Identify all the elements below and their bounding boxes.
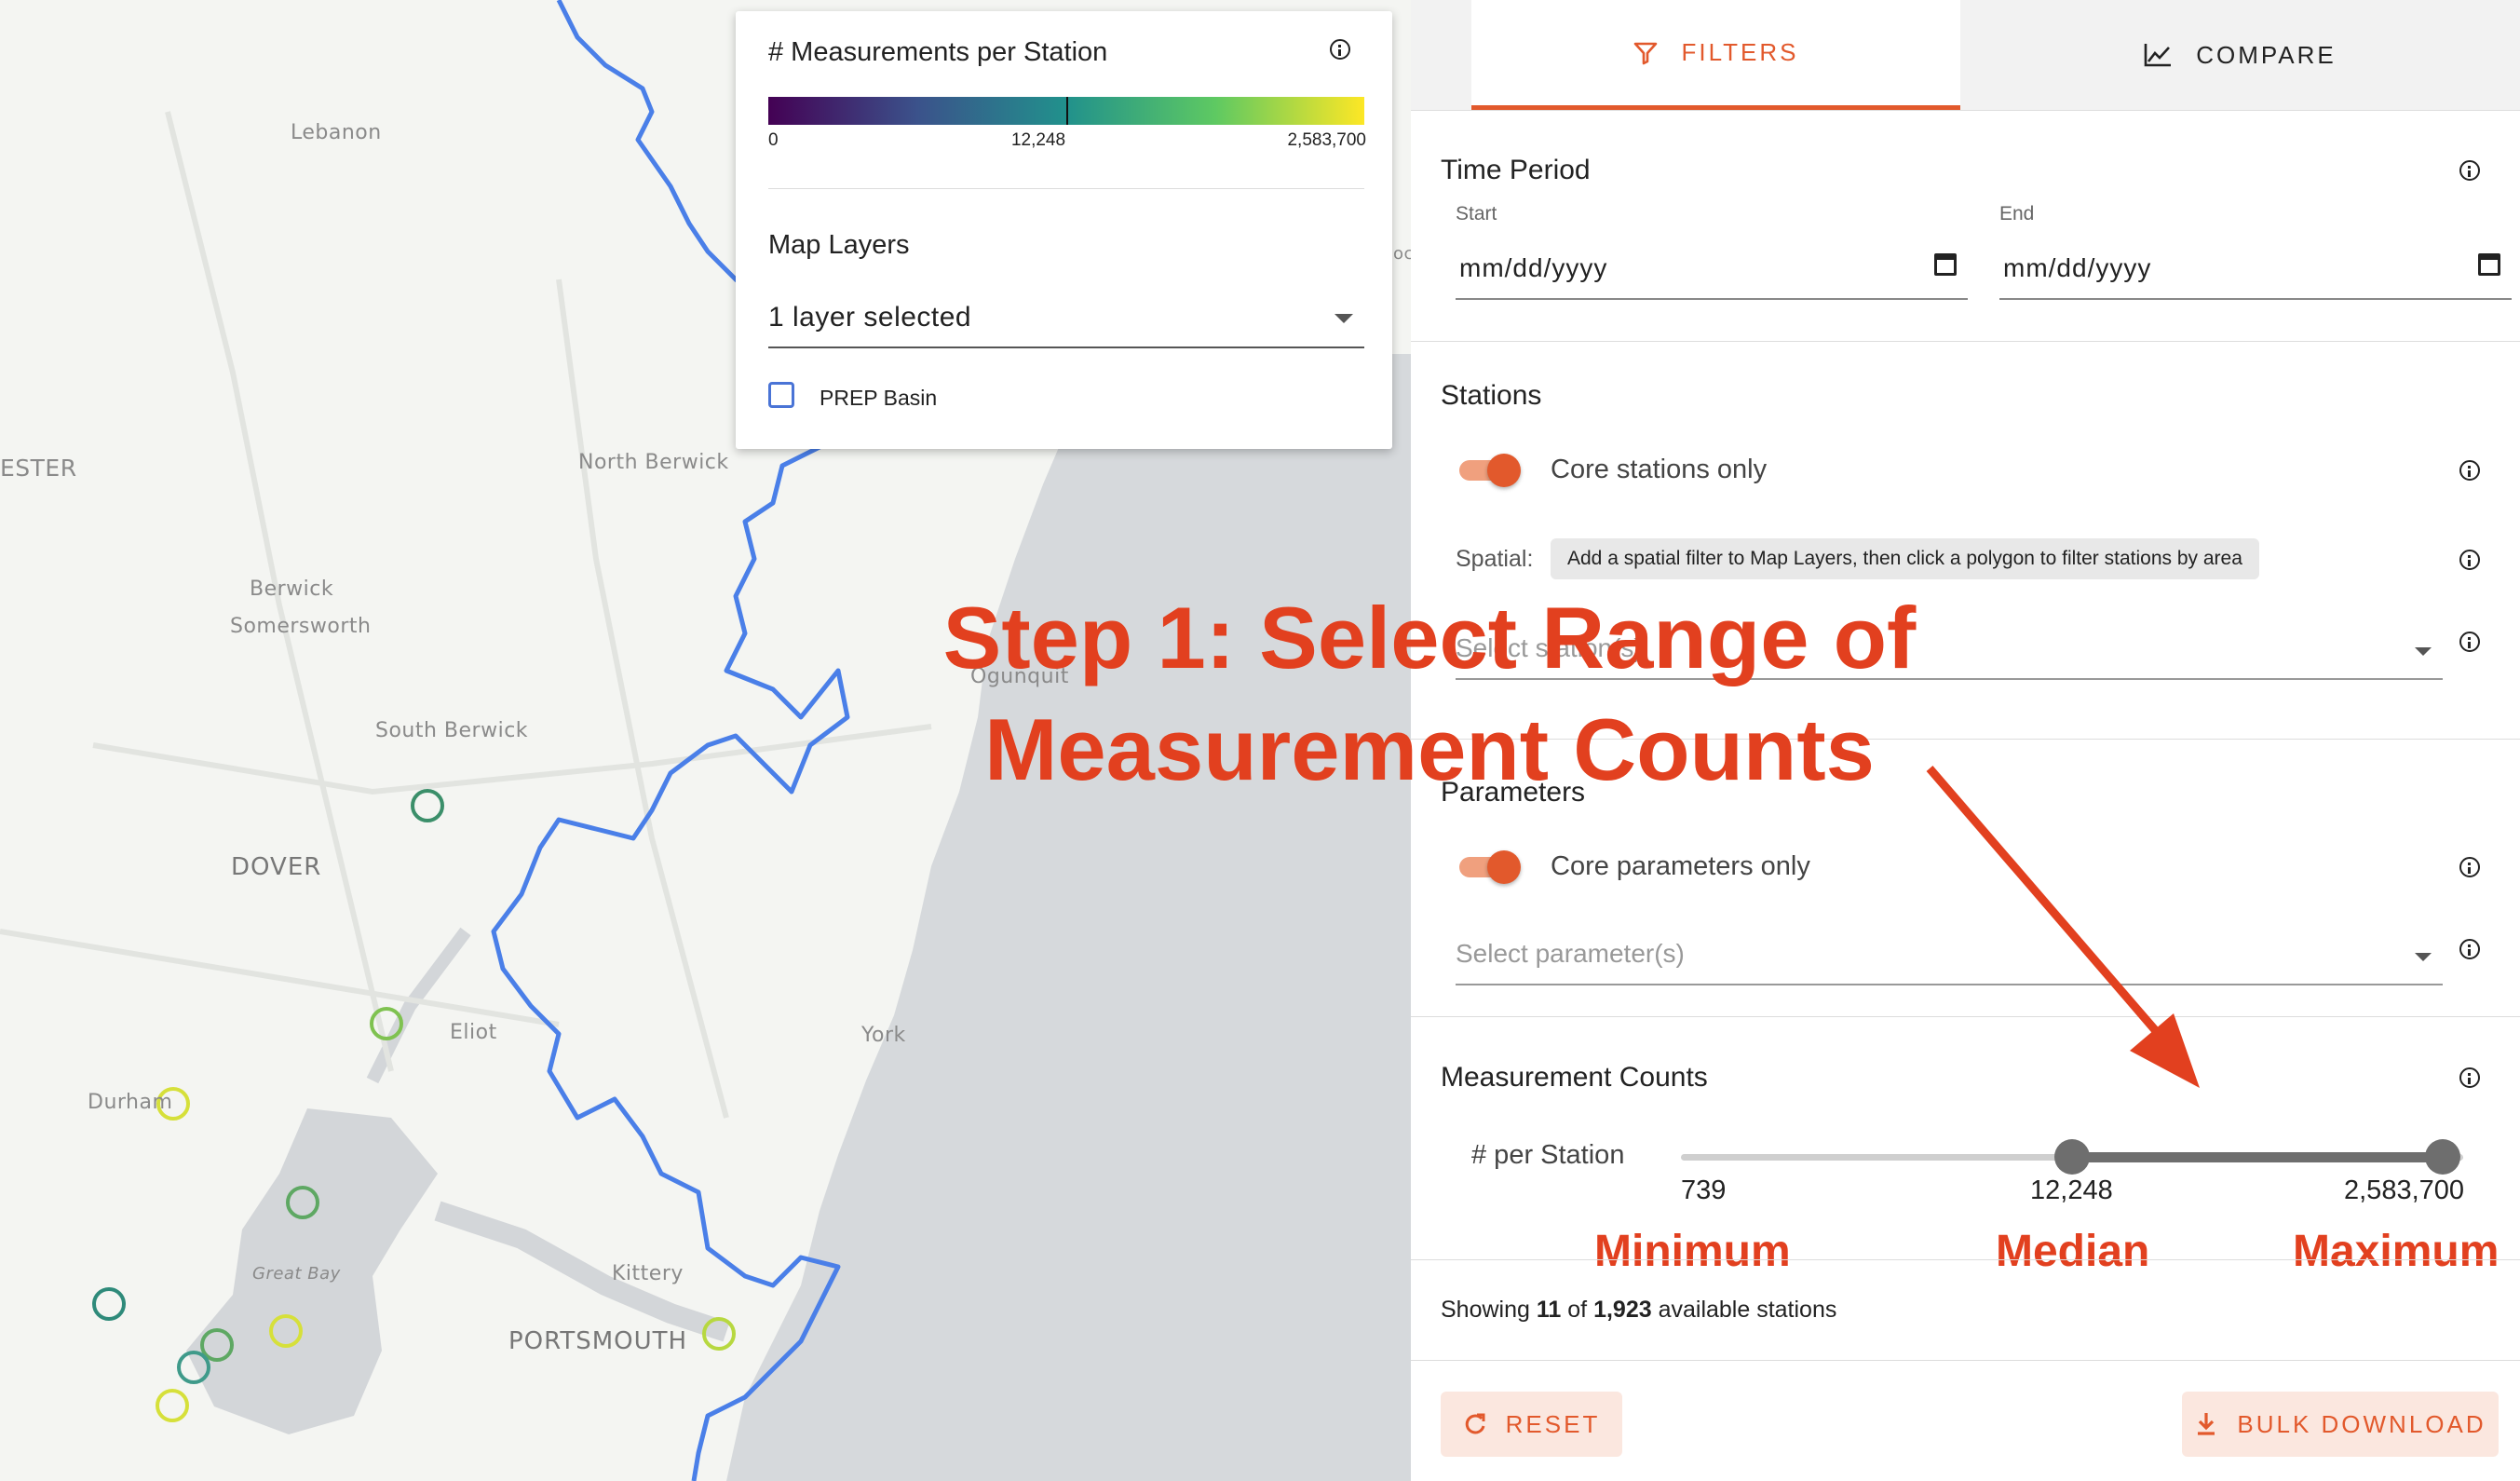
status-of: of bbox=[1567, 1297, 1588, 1323]
parameter-select[interactable]: Select parameter(s) bbox=[1456, 928, 2443, 985]
status-suffix: available stations bbox=[1658, 1297, 1837, 1323]
info-icon[interactable] bbox=[2459, 939, 2480, 959]
station-marker bbox=[411, 789, 444, 822]
status-prefix: Showing bbox=[1441, 1297, 1530, 1323]
colorbar-tick-label: 0 bbox=[768, 130, 779, 150]
download-icon bbox=[2198, 1413, 2215, 1435]
divider bbox=[1411, 1259, 2520, 1260]
reset-label: RESET bbox=[1505, 1409, 1601, 1438]
prep-basin-label: PREP Basin bbox=[820, 386, 938, 410]
end-date-input[interactable]: mm/dd/yyyy bbox=[1999, 242, 2512, 300]
map-label: Somersworth bbox=[230, 615, 372, 638]
min-value: 739 bbox=[1681, 1175, 1727, 1205]
map-label: Kittery bbox=[612, 1262, 684, 1285]
info-icon[interactable] bbox=[2459, 632, 2480, 652]
end-label: End bbox=[1999, 203, 2035, 224]
chevron-down-icon bbox=[2415, 647, 2432, 656]
spatial-filter-chip: Add a spatial filter to Map Layers, then… bbox=[1551, 538, 2259, 579]
refresh-icon bbox=[1465, 1413, 1485, 1434]
start-label: Start bbox=[1456, 203, 1497, 224]
map-label: York bbox=[861, 1024, 906, 1047]
map-layers-select[interactable]: 1 layer selected bbox=[768, 291, 1364, 348]
annotation-minimum: Minimum bbox=[1594, 1227, 1791, 1276]
stations-title: Stations bbox=[1441, 380, 1542, 411]
reset-button[interactable]: RESET bbox=[1441, 1392, 1622, 1457]
max-value: 2,583,700 bbox=[2344, 1175, 2465, 1205]
map-label: Durham bbox=[88, 1091, 173, 1114]
info-icon[interactable] bbox=[2459, 857, 2480, 877]
core-stations-toggle[interactable] bbox=[1456, 454, 1521, 487]
map-label: oc bbox=[1393, 244, 1411, 264]
map-label: South Berwick bbox=[375, 719, 529, 742]
divider bbox=[1411, 1360, 2520, 1361]
legend-panel: # Measurements per Station 0 12,248 2,58… bbox=[736, 11, 1392, 449]
annotation-median: Median bbox=[1996, 1227, 2150, 1276]
map-label: North Berwick bbox=[578, 451, 729, 474]
chevron-down-icon bbox=[2415, 953, 2432, 961]
status-total-count: 1,923 bbox=[1593, 1297, 1652, 1323]
start-date-input[interactable]: mm/dd/yyyy bbox=[1456, 242, 1968, 300]
calendar-icon[interactable] bbox=[1934, 253, 1957, 276]
parameter-select-placeholder: Select parameter(s) bbox=[1456, 939, 1685, 968]
step-annotation: Step 1: Select Range of Measurement Coun… bbox=[917, 582, 1942, 806]
end-date-value: mm/dd/yyyy bbox=[2003, 253, 2152, 282]
time-period-title: Time Period bbox=[1441, 155, 1591, 185]
measurement-range-slider[interactable] bbox=[1681, 1138, 2463, 1175]
colorbar-tick-label: 12,248 bbox=[1010, 130, 1066, 150]
map-label: Great Bay bbox=[252, 1264, 341, 1284]
info-icon[interactable] bbox=[2459, 160, 2480, 181]
map-label: PORTSMOUTH bbox=[508, 1327, 688, 1355]
tab-filters[interactable]: FILTERS bbox=[1471, 0, 1960, 110]
step-annotation-line1: Step 1: Select Range of bbox=[942, 589, 1917, 686]
legend-title: # Measurements per Station bbox=[768, 37, 1108, 67]
info-icon[interactable] bbox=[2459, 460, 2480, 481]
status-shown-count: 11 bbox=[1536, 1297, 1562, 1323]
info-icon[interactable] bbox=[2459, 550, 2480, 570]
slider-selected-range bbox=[2072, 1152, 2443, 1162]
measurement-counts-title: Measurement Counts bbox=[1441, 1062, 1708, 1093]
bulk-download-button[interactable]: BULK DOWNLOAD bbox=[2182, 1392, 2499, 1457]
ocean bbox=[726, 354, 1411, 1481]
status-text: Showing 11 of 1,923 available stations bbox=[1441, 1297, 1836, 1324]
colorbar bbox=[768, 97, 1364, 125]
core-parameters-toggle[interactable] bbox=[1456, 850, 1521, 884]
map-label: DOVER bbox=[231, 853, 322, 881]
colorbar-tick-label: 2,583,700 bbox=[1287, 130, 1366, 150]
map-label: Lebanon bbox=[291, 121, 382, 144]
slider-thumb-low[interactable] bbox=[2054, 1139, 2090, 1175]
slider-thumb-high[interactable] bbox=[2425, 1139, 2460, 1175]
map-label: Berwick bbox=[250, 577, 334, 601]
station-marker bbox=[92, 1287, 126, 1321]
chevron-down-icon bbox=[1335, 314, 1353, 323]
divider bbox=[1411, 341, 2520, 342]
tab-filters-label: FILTERS bbox=[1681, 38, 1799, 66]
per-station-label: # per Station bbox=[1471, 1140, 1625, 1170]
tab-bar: FILTERS COMPARE bbox=[1411, 0, 2520, 111]
spatial-label: Spatial: bbox=[1456, 546, 1534, 572]
divider bbox=[1411, 1016, 2520, 1017]
tab-compare-label: COMPARE bbox=[2196, 40, 2337, 69]
line-chart-icon bbox=[2144, 44, 2172, 67]
map-label: Eliot bbox=[450, 1021, 497, 1044]
annotation-maximum: Maximum bbox=[2293, 1227, 2500, 1276]
info-icon[interactable] bbox=[2459, 1067, 2480, 1088]
divider bbox=[768, 188, 1364, 189]
tab-compare[interactable]: COMPARE bbox=[1960, 0, 2520, 110]
prep-basin-checkbox[interactable] bbox=[768, 382, 794, 408]
info-icon[interactable] bbox=[1330, 39, 1350, 60]
start-date-value: mm/dd/yyyy bbox=[1459, 253, 1608, 282]
filter-icon bbox=[1633, 42, 1657, 64]
map-label: ESTER bbox=[0, 455, 77, 482]
bulk-download-label: BULK DOWNLOAD bbox=[2237, 1409, 2486, 1438]
colorbar-median-tick bbox=[1066, 97, 1068, 125]
map-layers-label: Map Layers bbox=[768, 230, 910, 260]
core-stations-label: Core stations only bbox=[1551, 455, 1768, 484]
core-parameters-label: Core parameters only bbox=[1551, 851, 1810, 881]
step-annotation-line2: Measurement Counts bbox=[984, 700, 1875, 798]
map-layers-select-value: 1 layer selected bbox=[768, 302, 972, 333]
calendar-icon[interactable] bbox=[2478, 253, 2500, 276]
median-value: 12,248 bbox=[2030, 1175, 2113, 1205]
station-marker bbox=[156, 1389, 189, 1422]
